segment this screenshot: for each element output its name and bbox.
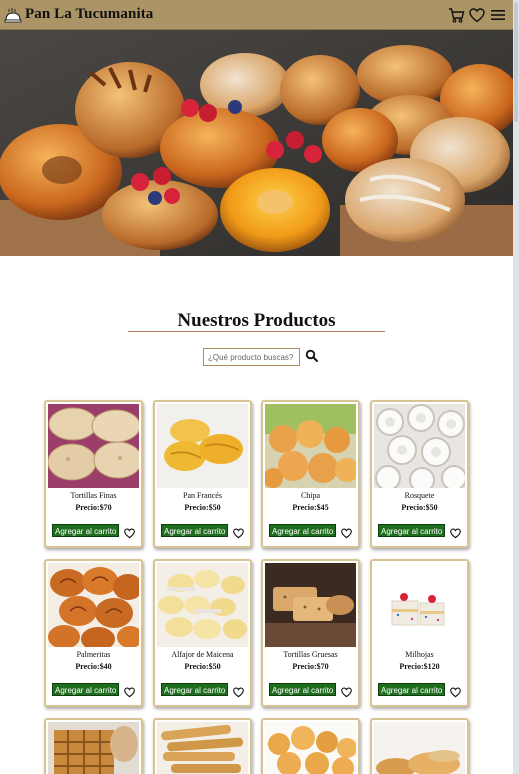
add-to-cart-button[interactable]: Agregar al carrito [378,524,446,537]
product-price: Precio:$50 [184,662,221,671]
title-divider [128,331,385,332]
product-card [261,718,360,774]
cart-icon[interactable] [447,6,465,24]
add-to-cart-button[interactable]: Agregar al carrito [269,683,337,696]
search-icon[interactable] [305,349,319,363]
add-to-cart-button[interactable]: Agregar al carrito [52,524,120,537]
product-price: Precio:$70 [75,503,112,512]
product-card [44,718,143,774]
heart-icon[interactable] [450,685,461,698]
add-to-cart-button[interactable]: Agregar al carrito [161,683,229,696]
chipa-photo [265,404,356,488]
heart-icon[interactable] [341,685,352,698]
product-photo-11 [265,722,356,774]
alfajor-photo [157,563,248,647]
navbar: Pan La Tucumanita [0,0,513,30]
add-to-cart-button[interactable]: Agregar al carrito [52,683,120,696]
add-to-cart-button[interactable]: Agregar al carrito [378,683,446,696]
product-price: Precio:$45 [292,503,329,512]
pastries-hero-photo [0,30,513,256]
heart-icon[interactable] [124,526,135,539]
heart-icon[interactable] [233,685,244,698]
product-card: Chipa Precio:$45 Agregar al carrito [261,400,360,548]
milhojas-photo [374,563,465,647]
product-card: Rosquete Precio:$50 Agregar al carrito [370,400,469,548]
palmeritas-photo [48,563,139,647]
product-photo-12 [374,722,465,774]
heart-icon[interactable] [468,6,486,24]
search-input[interactable] [203,348,300,366]
product-price: Precio:$50 [184,503,221,512]
product-name: Tortillas Finas [70,491,117,500]
section-title: Nuestros Productos [177,310,336,331]
heart-icon[interactable] [124,685,135,698]
product-name: Pan Francés [183,491,222,500]
menu-icon[interactable] [489,6,507,24]
product-name: Alfajor de Maicena [171,650,234,659]
product-name: Chipa [300,491,321,500]
bakery-logo-icon[interactable] [4,6,22,24]
product-photo-9 [48,722,139,774]
heart-icon[interactable] [450,526,461,539]
rosquete-photo [374,404,465,488]
nav-icons [447,6,507,24]
product-price: Precio:$120 [399,662,440,671]
product-card: Palmeritas Precio:$40 Agregar al carrito [44,559,143,707]
product-card [153,718,252,774]
product-price: Precio:$40 [75,662,112,671]
page: Pan La Tucumanita Nuestros Productos ¿Qu… [0,0,513,774]
product-name: Tortillas Gruesas [283,650,338,659]
product-card: Milhojas Precio:$120 Agregar al carrito [370,559,469,707]
product-photo-10 [157,722,248,774]
tortillas-finas-photo [48,404,139,488]
product-card: Tortillas Finas Precio:$70 Agregar al ca… [44,400,143,548]
product-name: Rosquete [404,491,435,500]
tortillas-gruesas-photo [265,563,356,647]
add-to-cart-button[interactable]: Agregar al carrito [161,524,229,537]
product-card [370,718,469,774]
scrollbar[interactable] [513,0,519,774]
product-card: Alfajor de Maicena Precio:$50 Agregar al… [153,559,252,707]
product-card: Pan Francés Precio:$50 Agregar al carrit… [153,400,252,548]
brand-name[interactable]: Pan La Tucumanita [25,6,153,23]
product-price: Precio:$50 [401,503,438,512]
product-card: Tortillas Gruesas Precio:$70 Agregar al … [261,559,360,707]
add-to-cart-button[interactable]: Agregar al carrito [269,524,337,537]
product-name: Milhojas [405,650,434,659]
product-name: Palmeritas [76,650,111,659]
heart-icon[interactable] [341,526,352,539]
pan-frances-photo [157,404,248,488]
scrollbar-thumb[interactable] [514,2,518,122]
product-price: Precio:$70 [292,662,329,671]
heart-icon[interactable] [233,526,244,539]
